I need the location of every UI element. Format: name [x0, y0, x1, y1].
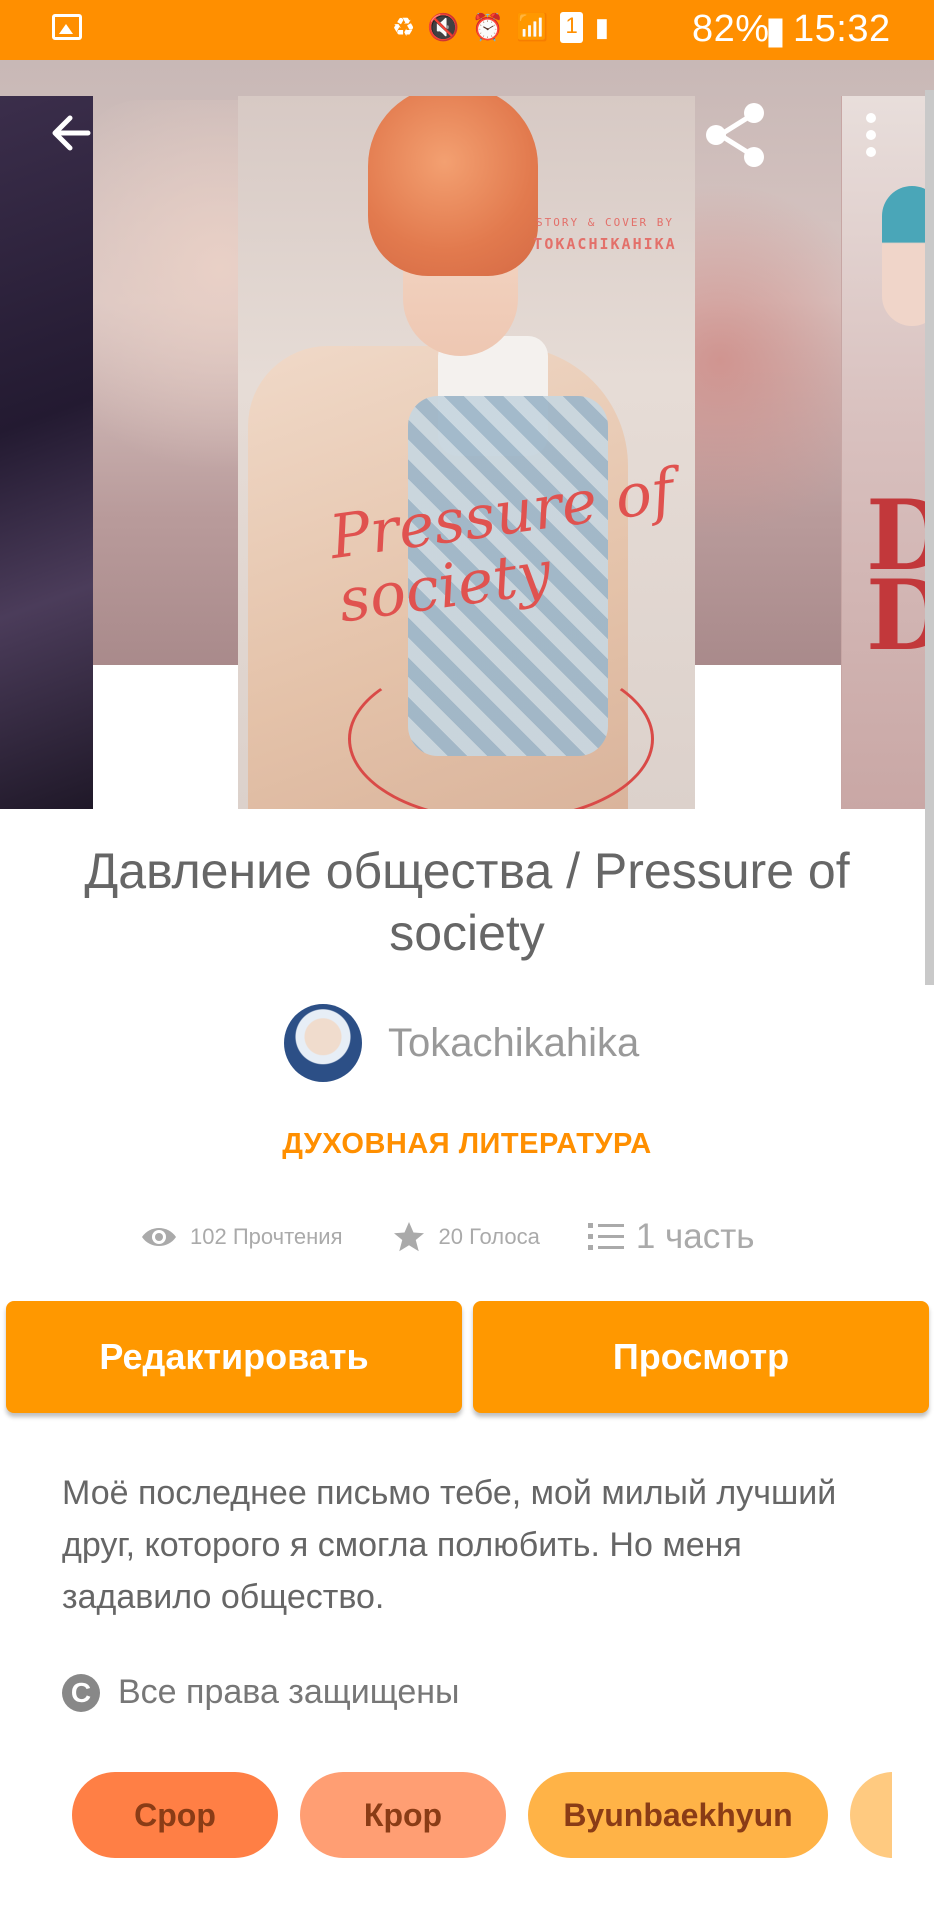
- author-row[interactable]: Tokachikahika: [284, 1004, 639, 1082]
- story-description: Моё последнее письмо тебе, мой милый луч…: [62, 1474, 837, 1616]
- tag-chip[interactable]: Кроp: [300, 1772, 506, 1858]
- share-button[interactable]: [700, 100, 770, 170]
- wifi-icon: 📶: [516, 12, 549, 42]
- gallery-notification-icon: [52, 14, 82, 40]
- votes-count: 20 Голоса: [438, 1224, 540, 1249]
- signal-icon: ▮: [594, 12, 609, 42]
- preview-button[interactable]: Просмотр: [473, 1301, 929, 1413]
- copyright-row: C Все права защищены: [62, 1673, 459, 1712]
- author-avatar[interactable]: [284, 1004, 362, 1082]
- battery-icon: ▮: [765, 10, 787, 52]
- status-bar: ♻ 🔇 ⏰ 📶 1 ▮ 82% ▮ 15:32: [0, 0, 934, 60]
- previous-story-cover[interactable]: [0, 96, 93, 809]
- star-icon: [393, 1222, 424, 1252]
- tag-chip-partial[interactable]: [850, 1772, 892, 1858]
- sim-icon: 1: [560, 12, 583, 43]
- alarm-icon: ⏰: [471, 12, 505, 42]
- parts-stat[interactable]: 1 часть: [587, 1217, 755, 1257]
- more-options-button[interactable]: [856, 110, 886, 160]
- copyright-text: Все права защищены: [118, 1673, 460, 1711]
- story-stats: 102 Прочтения 20 Голоса 1 часть: [140, 1212, 803, 1262]
- copyright-icon: C: [62, 1673, 100, 1712]
- votes-stat: 20 Голоса: [391, 1219, 540, 1255]
- back-arrow-icon: [52, 115, 91, 151]
- reads-count: 102 Прочтения: [190, 1224, 343, 1249]
- story-cover[interactable]: STORY & COVER BY TOKACHIKAHIKA Pressure …: [238, 96, 695, 809]
- parts-count: 1 часть: [635, 1217, 755, 1256]
- cover-credit: STORY & COVER BY TOKACHIKAHIKA: [533, 216, 677, 253]
- story-title: Давление общества / Pressure of society: [84, 843, 850, 961]
- status-icons: ♻ 🔇 ⏰ 📶 1 ▮: [392, 12, 609, 43]
- tag-list[interactable]: Срор Кроp Byunbaekhyun: [72, 1772, 892, 1858]
- share-icon: [706, 103, 764, 167]
- author-name[interactable]: Tokachikahika: [388, 1021, 639, 1066]
- story-genre[interactable]: ДУХОВНАЯ ЛИТЕРАТУРА: [0, 1128, 934, 1161]
- eye-icon: [142, 1228, 176, 1246]
- next-story-cover[interactable]: DD: [841, 96, 934, 809]
- more-vertical-icon: [866, 113, 876, 157]
- edit-button[interactable]: Редактировать: [6, 1301, 462, 1413]
- tag-chip[interactable]: Byunbaekhyun: [528, 1772, 828, 1858]
- clock: 15:32: [793, 8, 891, 50]
- tag-chip[interactable]: Срор: [72, 1772, 278, 1858]
- list-icon: [587, 1223, 624, 1250]
- mute-icon: 🔇: [427, 12, 460, 42]
- recycle-icon: ♻: [392, 12, 416, 42]
- back-button[interactable]: [48, 110, 94, 156]
- scrollbar[interactable]: [925, 90, 934, 985]
- battery-percent: 82%: [692, 8, 770, 50]
- reads-stat: 102 Прочтения: [140, 1224, 343, 1250]
